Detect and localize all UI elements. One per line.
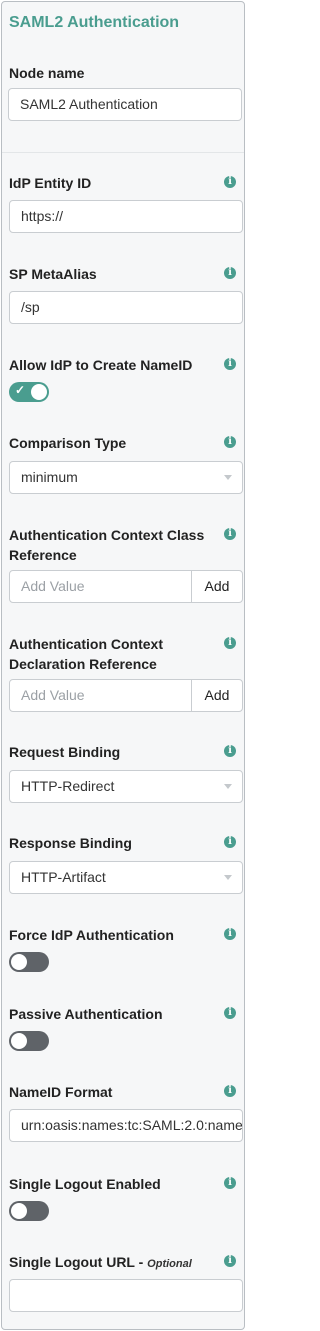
- info-icon[interactable]: i: [224, 267, 236, 279]
- auth-context-class-ref-input[interactable]: Add Value: [9, 570, 192, 603]
- allow-create-nameid-toggle[interactable]: ✓: [9, 382, 49, 402]
- idp-entity-id-field: IdP Entity ID i https://: [9, 173, 243, 233]
- single-logout-enabled-label: Single Logout Enabled: [9, 1176, 161, 1192]
- auth-context-class-ref-row: Add Value Add: [9, 570, 243, 603]
- add-class-ref-button[interactable]: Add: [191, 570, 243, 603]
- request-binding-field: Request Binding i HTTP-Redirect: [9, 742, 243, 803]
- idp-entity-id-input[interactable]: https://: [9, 200, 243, 233]
- auth-context-decl-ref-input[interactable]: Add Value: [9, 679, 192, 712]
- info-icon[interactable]: i: [224, 745, 236, 757]
- auth-context-class-ref-field: Authentication Context Class Reference i…: [9, 525, 243, 603]
- comparison-type-label: Comparison Type: [9, 435, 127, 451]
- single-logout-url-label-text: Single Logout URL -: [9, 1254, 148, 1270]
- sp-metaalias-field: SP MetaAlias i /sp: [9, 264, 243, 324]
- node-properties-panel: SAML2 Authentication Node name SAML2 Aut…: [1, 1, 245, 1330]
- auth-context-class-ref-label: Authentication Context Class Reference: [9, 527, 205, 563]
- info-icon[interactable]: i: [224, 176, 236, 188]
- toggle-knob: [11, 1203, 27, 1219]
- single-logout-url-field: Single Logout URL - Optional i: [9, 1252, 243, 1312]
- single-logout-enabled-toggle[interactable]: [9, 1201, 49, 1221]
- allow-create-nameid-field: Allow IdP to Create NameID i ✓: [9, 355, 243, 402]
- force-idp-auth-toggle[interactable]: [9, 952, 49, 972]
- info-icon[interactable]: i: [224, 637, 236, 649]
- sp-metaalias-label: SP MetaAlias: [9, 266, 97, 282]
- request-binding-label: Request Binding: [9, 744, 121, 760]
- force-idp-auth-field: Force IdP Authentication i: [9, 925, 243, 972]
- info-icon[interactable]: i: [224, 358, 236, 370]
- auth-context-decl-ref-label: Authentication Context Declaration Refer…: [9, 636, 163, 672]
- info-icon[interactable]: i: [224, 1255, 236, 1267]
- info-icon[interactable]: i: [224, 436, 236, 448]
- force-idp-auth-label: Force IdP Authentication: [9, 927, 174, 943]
- toggle-knob: [11, 1033, 27, 1049]
- divider: [2, 152, 244, 153]
- nameid-format-label: NameID Format: [9, 1084, 113, 1100]
- nameid-format-field: NameID Format i urn:oasis:names:tc:SAML:…: [9, 1082, 243, 1142]
- passive-auth-field: Passive Authentication i: [9, 1004, 243, 1051]
- add-decl-ref-button[interactable]: Add: [191, 679, 243, 712]
- passive-auth-toggle[interactable]: [9, 1031, 49, 1051]
- info-icon[interactable]: i: [224, 528, 236, 540]
- passive-auth-label: Passive Authentication: [9, 1006, 163, 1022]
- response-binding-value: HTTP-Artifact: [21, 869, 106, 885]
- chevron-down-icon: [224, 475, 232, 480]
- optional-tag: Optional: [147, 1258, 192, 1270]
- node-name-label: Node name: [9, 65, 85, 81]
- auth-context-decl-ref-row: Add Value Add: [9, 679, 243, 712]
- panel-title: SAML2 Authentication: [9, 14, 180, 31]
- info-icon[interactable]: i: [224, 836, 236, 848]
- sp-metaalias-input[interactable]: /sp: [9, 291, 243, 324]
- comparison-type-value: minimum: [21, 469, 78, 485]
- single-logout-url-label: Single Logout URL - Optional: [9, 1252, 243, 1274]
- info-icon[interactable]: i: [224, 928, 236, 940]
- response-binding-label: Response Binding: [9, 835, 132, 851]
- request-binding-select[interactable]: HTTP-Redirect: [9, 770, 243, 803]
- toggle-knob: [11, 954, 27, 970]
- auth-context-decl-ref-field: Authentication Context Declaration Refer…: [9, 634, 243, 712]
- single-logout-enabled-field: Single Logout Enabled i: [9, 1174, 243, 1221]
- info-icon[interactable]: i: [224, 1085, 236, 1097]
- node-name-input[interactable]: SAML2 Authentication: [8, 88, 242, 121]
- toggle-knob: [31, 384, 47, 400]
- nameid-format-input[interactable]: urn:oasis:names:tc:SAML:2.0:nameid-forma…: [9, 1109, 243, 1142]
- comparison-type-field: Comparison Type i minimum: [9, 433, 243, 494]
- response-binding-field: Response Binding i HTTP-Artifact: [9, 833, 243, 894]
- single-logout-url-input[interactable]: [9, 1279, 243, 1312]
- idp-entity-id-label: IdP Entity ID: [9, 175, 92, 191]
- allow-create-nameid-label: Allow IdP to Create NameID: [9, 357, 193, 373]
- check-icon: ✓: [15, 383, 26, 397]
- request-binding-value: HTTP-Redirect: [21, 778, 115, 794]
- response-binding-select[interactable]: HTTP-Artifact: [9, 861, 243, 894]
- info-icon[interactable]: i: [224, 1007, 236, 1019]
- info-icon[interactable]: i: [224, 1177, 236, 1189]
- chevron-down-icon: [224, 875, 232, 880]
- comparison-type-select[interactable]: minimum: [9, 461, 243, 494]
- chevron-down-icon: [224, 784, 232, 789]
